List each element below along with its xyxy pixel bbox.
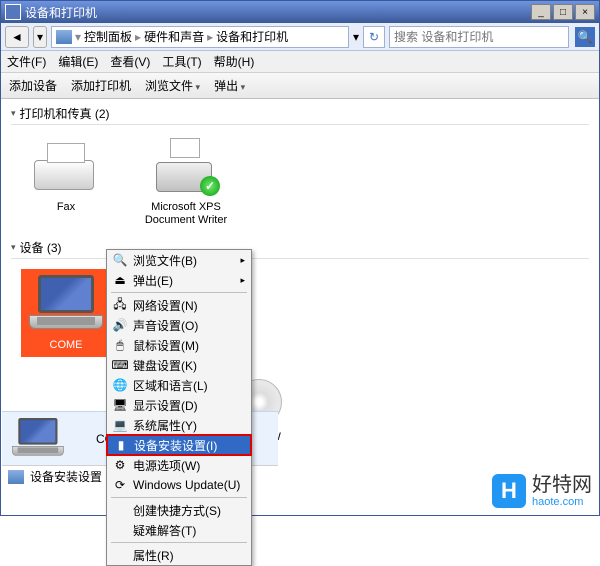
mouse-icon: 🖱 (111, 337, 129, 353)
breadcrumb-seg3[interactable]: 设备和打印机 (216, 28, 288, 45)
display-icon: 🖥 (111, 397, 129, 413)
devices-icon (8, 470, 24, 484)
devices-icon (56, 30, 72, 44)
sound-icon: 🔊 (111, 317, 129, 333)
laptop-icon (29, 275, 103, 335)
device-xps[interactable]: ✓ Microsoft XPS Document Writer (141, 135, 231, 227)
breadcrumb-seg1[interactable]: 控制面板 (84, 28, 132, 45)
back-button[interactable]: ◄ (5, 26, 29, 48)
fax-icon (34, 140, 98, 194)
search-box[interactable] (389, 26, 569, 48)
breadcrumb[interactable]: ▾ 控制面板 ▸ 硬件和声音 ▸ 设备和打印机 (51, 26, 349, 48)
minimize-button[interactable]: _ (531, 4, 551, 20)
watermark-logo: H (492, 474, 526, 508)
ctx-keyboard[interactable]: ⌨键盘设置(K) (107, 355, 251, 375)
watermark-text1: 好特网 (532, 474, 592, 496)
menu-edit[interactable]: 编辑(E) (58, 53, 98, 70)
ctx-shortcut[interactable]: 创建快捷方式(S) (107, 500, 251, 520)
ctx-system[interactable]: 💻系统属性(Y) (107, 415, 251, 435)
menu-view[interactable]: 查看(V) (110, 53, 150, 70)
close-button[interactable]: × (575, 4, 595, 20)
ctx-network[interactable]: 🖧网络设置(N) (107, 295, 251, 315)
titlebar: 设备和打印机 _ □ × (1, 1, 599, 23)
ctx-region[interactable]: 🌐区域和语言(L) (107, 375, 251, 395)
ctx-browse[interactable]: 🔍浏览文件(B) (107, 250, 251, 270)
window-title: 设备和打印机 (25, 4, 531, 21)
add-printer-button[interactable]: 添加打印机 (71, 77, 131, 94)
address-bar: ◄ ▾ ▾ 控制面板 ▸ 硬件和声音 ▸ 设备和打印机 ▾ ↻ 🔍 (1, 23, 599, 51)
group-devices-header[interactable]: ▾ 设备 (3) (11, 239, 589, 259)
group-printers-header[interactable]: ▾ 打印机和传真 (2) (11, 105, 589, 125)
breadcrumb-seg2[interactable]: 硬件和声音 (144, 28, 204, 45)
ctx-power[interactable]: ⚙电源选项(W) (107, 455, 251, 475)
browse-files-button[interactable]: 浏览文件 (145, 77, 200, 94)
ctx-properties[interactable]: 属性(R) (107, 545, 251, 565)
collapse-icon[interactable]: ▾ (11, 242, 16, 253)
group-printers-label: 打印机和传真 (2) (20, 105, 110, 122)
device-xps-label: Microsoft XPS Document Writer (141, 201, 231, 227)
ctx-windows-update[interactable]: ⟳Windows Update(U) (107, 475, 251, 495)
ctx-display[interactable]: 🖥显示设置(D) (107, 395, 251, 415)
device-come[interactable]: COME (21, 269, 111, 356)
menu-file[interactable]: 文件(F) (7, 53, 46, 70)
network-icon: 🖧 (111, 297, 129, 313)
menubar: 文件(F) 编辑(E) 查看(V) 工具(T) 帮助(H) (1, 51, 599, 73)
app-icon (5, 4, 21, 20)
search-icon: 🔍 (111, 252, 129, 268)
laptop-icon (12, 418, 64, 460)
collapse-icon[interactable]: ▾ (11, 108, 16, 119)
group-devices-label: 设备 (3) (20, 239, 62, 256)
search-input[interactable] (394, 30, 564, 44)
toolbar: 添加设备 添加打印机 浏览文件 弹出 (1, 73, 599, 99)
device-fax[interactable]: Fax (21, 135, 111, 227)
watermark-text2: haote.com (532, 496, 592, 508)
maximize-button[interactable]: □ (553, 4, 573, 20)
ctx-device-install[interactable]: ▮设备安装设置(I) (106, 434, 252, 456)
update-icon: ⟳ (111, 477, 129, 493)
device-come-label: COME (25, 339, 107, 352)
check-icon: ✓ (200, 176, 220, 196)
keyboard-icon: ⌨ (111, 357, 129, 373)
ctx-mouse[interactable]: 🖱鼠标设置(M) (107, 335, 251, 355)
ctx-troubleshoot[interactable]: 疑难解答(T) (107, 520, 251, 540)
content-area: ▾ 打印机和传真 (2) Fax ✓ Microsoft XPS Documen… (1, 99, 599, 459)
back-history-button[interactable]: ▾ (33, 26, 47, 48)
menu-tools[interactable]: 工具(T) (162, 53, 201, 70)
printer-icon: ✓ (156, 142, 216, 192)
search-button[interactable]: 🔍 (575, 27, 595, 47)
power-icon: ⚙ (111, 457, 129, 473)
context-menu: 🔍浏览文件(B) ⏏弹出(E) 🖧网络设置(N) 🔊声音设置(O) 🖱鼠标设置(… (106, 249, 252, 566)
device-fax-label: Fax (21, 201, 111, 214)
refresh-button[interactable]: ↻ (363, 26, 385, 48)
eject-icon: ⏏ (111, 272, 129, 288)
ctx-sound[interactable]: 🔊声音设置(O) (107, 315, 251, 335)
menu-help[interactable]: 帮助(H) (214, 53, 255, 70)
status-text: 设备安装设置 (30, 468, 102, 485)
system-icon: 💻 (111, 417, 129, 433)
eject-button[interactable]: 弹出 (214, 77, 245, 94)
device-icon: ▮ (112, 437, 130, 453)
add-device-button[interactable]: 添加设备 (9, 77, 57, 94)
ctx-eject[interactable]: ⏏弹出(E) (107, 270, 251, 290)
watermark: H 好特网 haote.com (492, 474, 592, 508)
globe-icon: 🌐 (111, 377, 129, 393)
